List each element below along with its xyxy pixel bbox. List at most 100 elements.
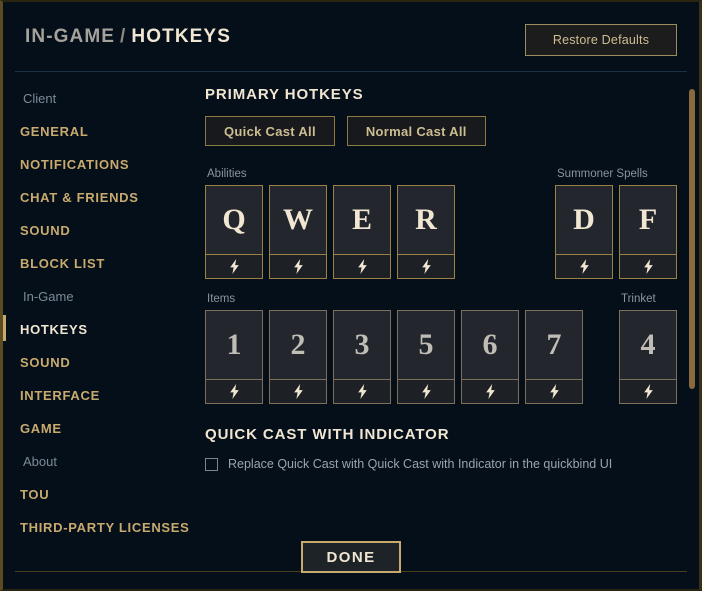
summoner-spells-key-list: DF [555, 185, 677, 279]
quick-cast-toggle[interactable] [270, 379, 326, 403]
done-button[interactable]: DONE [301, 541, 401, 573]
keybind-letter: F [638, 203, 658, 236]
trinket-key-list: 4 [619, 310, 677, 404]
content-scrollbar-thumb[interactable] [689, 89, 695, 389]
keybind-box[interactable]: 6 [461, 310, 519, 404]
quick-cast-indicator-label: Replace Quick Cast with Quick Cast with … [228, 457, 613, 471]
keybind-letter: 4 [640, 328, 656, 361]
quick-cast-indicator-checkbox-row[interactable]: Replace Quick Cast with Quick Cast with … [205, 457, 677, 471]
sidebar-item-hotkeys[interactable]: HOTKEYS [3, 313, 199, 346]
sidebar-item-interface[interactable]: INTERFACE [3, 379, 199, 412]
quick-cast-indicator-checkbox[interactable] [205, 457, 218, 471]
abilities-block: Abilities Q W E R [205, 168, 455, 279]
lightning-bolt-icon [229, 384, 239, 399]
keybind-letter: 7 [546, 328, 562, 361]
lightning-bolt-icon [357, 384, 367, 399]
sidebar-item-tou[interactable]: TOU [3, 478, 199, 511]
keybind-letter: 6 [482, 328, 498, 361]
keybind-box[interactable]: D [555, 185, 613, 279]
quick-cast-toggle[interactable] [620, 379, 676, 403]
quick-cast-toggle[interactable] [556, 254, 612, 278]
quick-cast-all-button[interactable]: Quick Cast All [205, 116, 335, 146]
keybind-box[interactable]: W [269, 185, 327, 279]
lightning-bolt-icon [293, 384, 303, 399]
lightning-bolt-icon [421, 384, 431, 399]
quick-cast-toggle[interactable] [462, 379, 518, 403]
sidebar-group-label: In-Game [23, 289, 74, 304]
abilities-row: Abilities QWER Summoner Spells DF [205, 168, 677, 279]
restore-defaults-button[interactable]: Restore Defaults [525, 24, 677, 56]
sidebar-item-sound[interactable]: SOUND [3, 214, 199, 247]
keybind-letter: 3 [354, 328, 370, 361]
keybind-letter: 1 [226, 328, 242, 361]
window-header: IN-GAME / HOTKEYS Restore Defaults [3, 2, 699, 72]
keybind-box[interactable]: 7 [525, 310, 583, 404]
quick-cast-toggle[interactable] [526, 379, 582, 403]
keybind-letter: 2 [290, 328, 306, 361]
lightning-bolt-icon [579, 259, 589, 274]
keybind-letter: E [351, 203, 372, 236]
settings-content: PRIMARY HOTKEYS Quick Cast All Normal Ca… [199, 72, 699, 542]
quick-cast-toggle[interactable] [398, 254, 454, 278]
quick-cast-toggle[interactable] [334, 254, 390, 278]
quick-cast-indicator-title: QUICK CAST WITH INDICATOR [205, 426, 450, 443]
row-spacer [205, 279, 677, 293]
quick-cast-toggle[interactable] [206, 379, 262, 403]
keybind-box[interactable]: Q [205, 185, 263, 279]
lightning-bolt-icon [421, 259, 431, 274]
trinket-label: Trinket [621, 293, 656, 305]
quick-cast-toggle[interactable] [620, 254, 676, 278]
breadcrumb-current: HOTKEYS [131, 26, 231, 47]
summoner-spells-block: Summoner Spells DF [555, 168, 677, 279]
quick-cast-toggle[interactable] [398, 379, 454, 403]
abilities-key-list: QWER [205, 185, 455, 279]
keybind-letter: W [283, 203, 313, 236]
sidebar-item-game[interactable]: GAME [3, 412, 199, 445]
sidebar-item-third-party-licenses[interactable]: THIRD-PARTY LICENSES [3, 511, 199, 544]
quick-cast-toggle[interactable] [270, 254, 326, 278]
keybind-letter: R [415, 203, 437, 236]
primary-hotkeys-title: PRIMARY HOTKEYS [205, 86, 364, 103]
summoner-spells-label: Summoner Spells [557, 168, 648, 180]
breadcrumb-separator: / [120, 26, 127, 47]
abilities-label: Abilities [207, 168, 247, 180]
keybind-box[interactable]: 2 [269, 310, 327, 404]
sidebar-item-block-list[interactable]: BLOCK LIST [3, 247, 199, 280]
lightning-bolt-icon [485, 384, 495, 399]
sidebar-item-general[interactable]: GENERAL [3, 115, 199, 148]
items-key-list: 1 2 3 5 6 7 [205, 310, 583, 404]
cast-all-button-row: Quick Cast All Normal Cast All [205, 116, 677, 146]
breadcrumb-parent[interactable]: IN-GAME [25, 26, 115, 47]
lightning-bolt-icon [643, 259, 653, 274]
window-footer: DONE [3, 541, 699, 589]
keybind-box[interactable]: 1 [205, 310, 263, 404]
items-row: Items 1 2 3 5 6 7 Trinket 4 [205, 293, 677, 404]
content-scrollbar-track[interactable] [689, 86, 695, 490]
settings-window: IN-GAME / HOTKEYS Restore Defaults Client G… [0, 0, 702, 591]
keybind-letter: 5 [418, 328, 434, 361]
quick-cast-toggle[interactable] [334, 379, 390, 403]
keybind-box[interactable]: R [397, 185, 455, 279]
normal-cast-all-button[interactable]: Normal Cast All [346, 116, 486, 146]
keybind-letter: D [573, 203, 595, 236]
trinket-block: Trinket 4 [619, 293, 677, 404]
quick-cast-toggle[interactable] [206, 254, 262, 278]
sidebar-item-notifications[interactable]: NOTIFICATIONS [3, 148, 199, 181]
keybind-box[interactable]: F [619, 185, 677, 279]
keybind-box[interactable]: 3 [333, 310, 391, 404]
lightning-bolt-icon [549, 384, 559, 399]
window-body: Client GENERAL NOTIFICATIONS CHAT & FRIENDS… [3, 72, 699, 542]
keybind-box[interactable]: 5 [397, 310, 455, 404]
keybind-box[interactable]: 4 [619, 310, 677, 404]
lightning-bolt-icon [229, 259, 239, 274]
breadcrumb: IN-GAME / HOTKEYS [25, 26, 231, 48]
sidebar-item-chat-friends[interactable]: CHAT & FRIENDS [3, 181, 199, 214]
primary-hotkeys-section: PRIMARY HOTKEYS Quick Cast All Normal Ca… [205, 86, 677, 404]
sidebar-group-label: Client [23, 91, 57, 106]
keybind-letter: Q [222, 203, 246, 236]
sidebar-navigation: Client GENERAL NOTIFICATIONS CHAT & FRIENDS… [3, 72, 199, 542]
lightning-bolt-icon [643, 384, 653, 399]
lightning-bolt-icon [357, 259, 367, 274]
sidebar-item-sound[interactable]: SOUND [3, 346, 199, 379]
keybind-box[interactable]: E [333, 185, 391, 279]
